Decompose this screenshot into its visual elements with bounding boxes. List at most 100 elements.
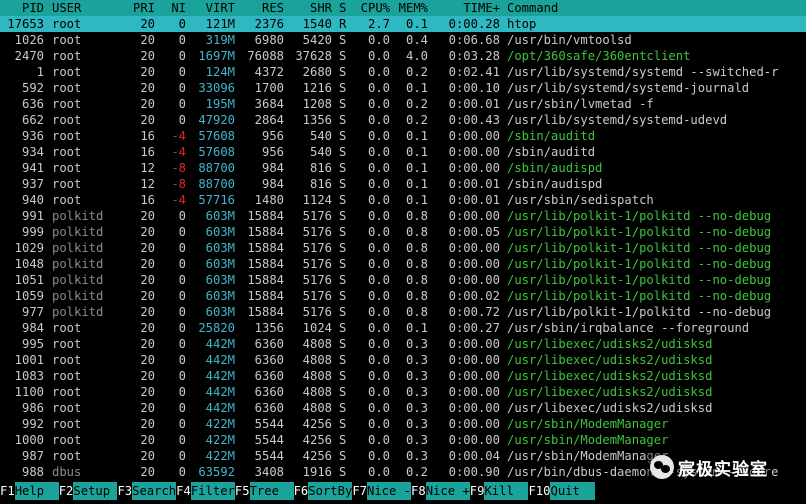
process-command: /usr/lib/systemd/systemd --switched-r [507, 65, 779, 79]
process-time: 0:00.00 [448, 353, 500, 367]
fkey-label-f9[interactable]: Kill [484, 482, 529, 500]
header-res[interactable]: RES [240, 0, 284, 16]
process-time: 0:06.68 [448, 33, 500, 47]
fkey-f10[interactable]: F10 [528, 482, 551, 500]
htop-terminal: PID USER PRI NI VIRT RES SHR S CPU% MEM%… [0, 0, 806, 480]
process-row[interactable]: 999 polkitd 20 0 603M 15884 5176 S 0.0 0.8 0:00.05… [0, 224, 806, 240]
process-command: /usr/lib/polkit-1/polkitd --no-debug [507, 289, 772, 303]
process-pri: 16 [140, 145, 155, 159]
process-virt: 57716 [198, 193, 235, 207]
fkey-label-f4[interactable]: Filter [190, 482, 235, 500]
process-row[interactable]: 1059 polkitd 20 0 603M 15884 5176 S 0.0 0.8 0:00.0… [0, 288, 806, 304]
fkey-label-f8[interactable]: Nice + [425, 482, 470, 500]
process-command: /usr/libexec/udisks2/udisksd [507, 401, 713, 415]
process-command: /sbin/audispd [507, 161, 603, 175]
process-shr: 1216 [302, 81, 332, 95]
header-time[interactable]: TIME+ [432, 0, 500, 16]
process-cpu: 0.0 [367, 65, 390, 79]
process-row[interactable]: 995 root 20 0 442M 6360 4808 S 0.0 0.3 0:00.00/usr… [0, 336, 806, 352]
process-mem: 0.3 [405, 353, 428, 367]
fkey-f2[interactable]: F2 [58, 482, 74, 500]
process-command: /usr/bin/vmtoolsd [507, 33, 632, 47]
process-ni: -4 [171, 193, 186, 207]
fkey-f8[interactable]: F8 [411, 482, 426, 500]
process-time: 0:00.01 [448, 193, 500, 207]
header-cpu[interactable]: CPU% [355, 0, 390, 16]
process-user: polkitd [52, 209, 104, 223]
header-pid[interactable]: PID [0, 0, 44, 16]
fkey-label-f10[interactable]: Quit [550, 482, 595, 500]
fkey-label-f5[interactable]: Tree [249, 482, 294, 500]
process-shr: 5176 [302, 289, 332, 303]
process-ni: 0 [178, 49, 186, 63]
fkey-f7[interactable]: F7 [352, 482, 367, 500]
process-pri: 20 [140, 33, 155, 47]
process-row[interactable]: 1051 polkitd 20 0 603M 15884 5176 S 0.0 0.8 0:00.0… [0, 272, 806, 288]
process-ni: -4 [171, 145, 186, 159]
header-state[interactable]: S [339, 0, 349, 16]
process-ni: 0 [178, 305, 186, 319]
process-time: 0:00.28 [448, 17, 500, 31]
process-res: 984 [261, 161, 284, 175]
process-row[interactable]: 992 root 20 0 422M 5544 4256 S 0.0 0.3 0:00.00/usr… [0, 416, 806, 432]
process-command: /opt/360safe/360entclient [507, 49, 691, 63]
process-res: 5544 [254, 433, 284, 447]
fkey-f6[interactable]: F6 [293, 482, 309, 500]
process-row[interactable]: 662 root 20 0 47920 2864 1356 S 0.0 0.2 0:00.43/us… [0, 112, 806, 128]
process-shr: 816 [309, 177, 332, 191]
process-user: root [52, 385, 82, 399]
fkey-label-f6[interactable]: SortBy [308, 482, 353, 500]
header-user[interactable]: USER [52, 0, 132, 16]
process-row[interactable]: 17653 root 20 0 121M 2376 1540 R 2.7 0.1 0:00.28 ht… [0, 16, 806, 32]
process-row[interactable]: 936 root 16 -4 57608 956 540 S 0.0 0.1 0:00.00/sbi… [0, 128, 806, 144]
process-shr: 5176 [302, 209, 332, 223]
header-shr[interactable]: SHR [288, 0, 332, 16]
fkey-label-f1[interactable]: Help [14, 482, 59, 500]
process-ni: 0 [178, 417, 186, 431]
wechat-logo-icon [650, 455, 674, 479]
process-user: polkitd [52, 289, 104, 303]
process-row[interactable]: 1029 polkitd 20 0 603M 15884 5176 S 0.0 0.8 0:00.0… [0, 240, 806, 256]
process-row[interactable]: 940 root 16 -4 57716 1480 1124 S 0.0 0.1 0:00.01/u… [0, 192, 806, 208]
process-pid: 934 [21, 145, 44, 159]
process-row[interactable]: 1048 polkitd 20 0 603M 15884 5176 S 0.0 0.8 0:00.0… [0, 256, 806, 272]
fkey-label-f2[interactable]: Setup [73, 482, 118, 500]
process-row[interactable]: 937 root 12 -8 88700 984 816 S 0.0 0.1 0:00.01/sbi… [0, 176, 806, 192]
process-row[interactable]: 941 root 12 -8 88700 984 816 S 0.0 0.1 0:00.00/sbi… [0, 160, 806, 176]
fkey-label-f3[interactable]: Search [132, 482, 177, 500]
fkey-f1[interactable]: F1 [0, 482, 15, 500]
fkey-f5[interactable]: F5 [234, 482, 250, 500]
process-row[interactable]: 1026 root 20 0 319M 6980 5420 S 0.0 0.4 0:06.68/us… [0, 32, 806, 48]
process-row[interactable]: 1000 root 20 0 422M 5544 4256 S 0.0 0.3 0:00.00/us… [0, 432, 806, 448]
process-row[interactable]: 977 polkitd 20 0 603M 15884 5176 S 0.0 0.8 0:00.72… [0, 304, 806, 320]
process-row[interactable]: 1001 root 20 0 442M 6360 4808 S 0.0 0.3 0:00.00/us… [0, 352, 806, 368]
process-row[interactable]: 934 root 16 -4 57608 956 540 S 0.0 0.1 0:00.00/sbi… [0, 144, 806, 160]
process-row[interactable]: 1083 root 20 0 442M 6360 4808 S 0.0 0.3 0:00.00/us… [0, 368, 806, 384]
header-command[interactable]: Command [507, 0, 806, 16]
process-row[interactable]: 592 root 20 0 33096 1700 1216 S 0.0 0.1 0:00.10/us… [0, 80, 806, 96]
process-row[interactable]: 984 root 20 0 25820 1356 1024 S 0.0 0.1 0:00.27/us… [0, 320, 806, 336]
process-user: polkitd [52, 241, 104, 255]
process-row[interactable]: 636 root 20 0 195M 3684 1208 S 0.0 0.2 0:00.01/usr… [0, 96, 806, 112]
fkey-f3[interactable]: F3 [117, 482, 133, 500]
process-row[interactable]: 2470 root 20 0 1697M 76088 37628 S 0.0 4.0 0:03.28… [0, 48, 806, 64]
process-mem: 0.2 [405, 465, 428, 479]
process-time: 0:00.00 [448, 401, 500, 415]
process-time: 0:00.00 [448, 241, 500, 255]
header-ni[interactable]: NI [160, 0, 186, 16]
process-row[interactable]: 1 root 20 0 124M 4372 2680 S 0.0 0.2 0:02.41/usr/l… [0, 64, 806, 80]
process-res: 4372 [254, 65, 284, 79]
header-virt[interactable]: VIRT [190, 0, 235, 16]
process-row[interactable]: 986 root 20 0 442M 6360 4808 S 0.0 0.3 0:00.00/usr… [0, 400, 806, 416]
fkey-label-f7[interactable]: Nice - [367, 482, 412, 500]
process-pid: 1000 [14, 433, 44, 447]
fkey-f9[interactable]: F9 [469, 482, 485, 500]
fkey-f4[interactable]: F4 [176, 482, 191, 500]
header-pri[interactable]: PRI [128, 0, 155, 16]
header-mem[interactable]: MEM% [394, 0, 428, 16]
process-pri: 20 [140, 337, 155, 351]
process-row[interactable]: 1100 root 20 0 442M 6360 4808 S 0.0 0.3 0:00.00/us… [0, 384, 806, 400]
process-res: 15884 [247, 225, 284, 239]
process-virt: 195M [205, 97, 235, 111]
process-row[interactable]: 991 polkitd 20 0 603M 15884 5176 S 0.0 0.8 0:00.00… [0, 208, 806, 224]
